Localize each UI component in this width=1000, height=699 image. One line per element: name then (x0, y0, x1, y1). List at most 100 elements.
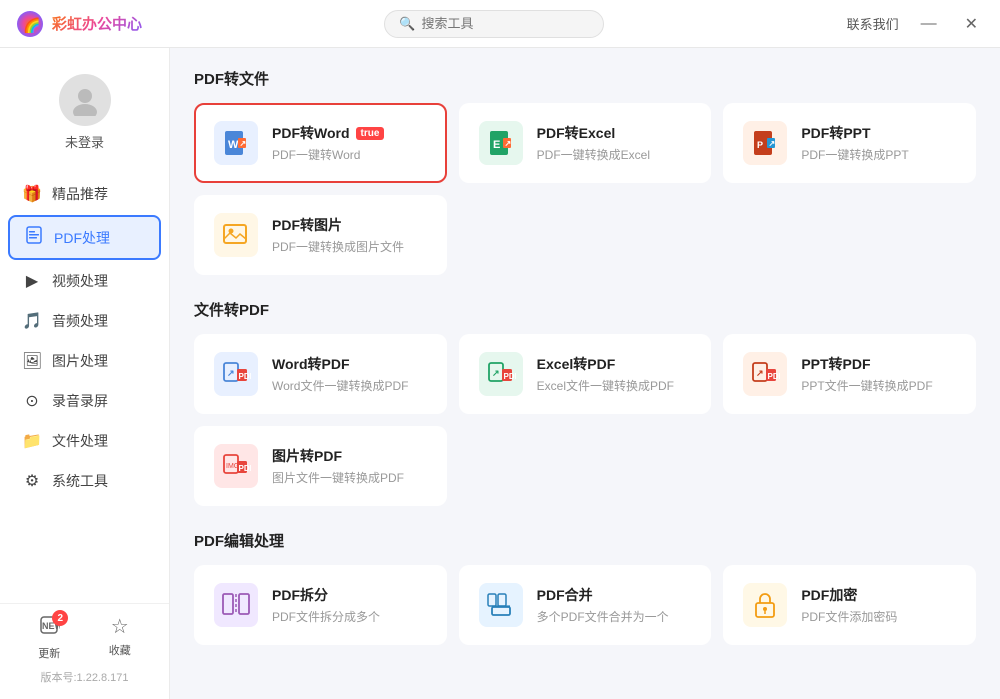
pdf-split-icon-box (214, 583, 258, 627)
pdf-to-word-icon-box: W ↗ (214, 121, 258, 165)
file-to-pdf-grid: ↗ PDF Word转PDF Word文件一键转换成PDF (194, 334, 976, 506)
svg-text:PDF: PDF (503, 372, 516, 381)
video-icon: ▶ (22, 271, 42, 291)
excel-to-pdf-desc: Excel文件一键转换成PDF (537, 377, 692, 394)
title-bar-left: 🌈 彩虹办公中心 (16, 10, 142, 38)
pdf-icon (24, 226, 44, 249)
minimize-button[interactable]: — (915, 13, 943, 35)
pdf-encrypt-icon-box (743, 583, 787, 627)
svg-text:E: E (493, 139, 500, 151)
sidebar-item-featured[interactable]: 🎁 精品推荐 (8, 175, 161, 213)
sidebar-item-video[interactable]: ▶ 视频处理 (8, 262, 161, 300)
word-to-pdf-desc: Word文件一键转换成PDF (272, 377, 427, 394)
main-layout: 未登录 🎁 精品推荐 PDF处理 (0, 48, 1000, 699)
system-icon: ⚙ (22, 471, 42, 491)
favorite-label: 收藏 (109, 642, 131, 658)
tool-pdf-encrypt[interactable]: PDF加密 PDF文件添加密码 (723, 565, 976, 645)
pdf-to-ppt-icon-box: P ↗ (743, 121, 787, 165)
sidebar: 未登录 🎁 精品推荐 PDF处理 (0, 48, 170, 699)
ppt-to-pdf-desc: PPT文件一键转换成PDF (801, 377, 956, 394)
pdf-merge-desc: 多个PDF文件合并为一个 (537, 608, 692, 625)
tool-pdf-split[interactable]: PDF拆分 PDF文件拆分成多个 (194, 565, 447, 645)
sidebar-item-record[interactable]: ⊙ 录音录屏 (8, 382, 161, 420)
record-icon: ⊙ (22, 391, 42, 411)
pdf-to-image-icon-box (214, 213, 258, 257)
pdf-to-word-name: PDF转Word true (272, 123, 427, 143)
sidebar-item-system[interactable]: ⚙ 系统工具 (8, 462, 161, 500)
search-icon: 🔍 (399, 16, 415, 32)
content-area: PDF转文件 W ↗ PDF转Word (170, 48, 1000, 699)
ppt-to-pdf-info: PPT转PDF PPT文件一键转换成PDF (801, 354, 956, 394)
file-icon: 📁 (22, 431, 42, 451)
search-box[interactable]: 🔍 (384, 10, 604, 38)
sidebar-item-system-label: 系统工具 (52, 471, 108, 491)
search-input[interactable] (421, 16, 589, 31)
sidebar-item-file-label: 文件处理 (52, 431, 108, 451)
title-bar-right: 联系我们 — ✕ (847, 12, 984, 36)
tool-pdf-merge[interactable]: PDF合并 多个PDF文件合并为一个 (459, 565, 712, 645)
pdf-to-word-info: PDF转Word true PDF一键转Word (272, 123, 427, 163)
svg-text:🌈: 🌈 (23, 16, 40, 34)
app-name: 彩虹办公中心 (52, 13, 142, 34)
section-pdf-to-file: PDF转文件 W ↗ PDF转Word (194, 68, 976, 275)
contact-link[interactable]: 联系我们 (847, 14, 899, 33)
tool-word-to-pdf[interactable]: ↗ PDF Word转PDF Word文件一键转换成PDF (194, 334, 447, 414)
update-badge: 2 (52, 610, 68, 626)
audio-icon: 🎵 (22, 311, 42, 331)
svg-text:PDF: PDF (768, 372, 781, 381)
image-nav-icon: 🖼 (22, 351, 42, 371)
sidebar-item-pdf-label: PDF处理 (54, 228, 110, 248)
img-to-pdf-name: 图片转PDF (272, 446, 427, 466)
pdf-encrypt-name: PDF加密 (801, 585, 956, 605)
app-logo-icon: 🌈 (16, 10, 44, 38)
pdf-split-info: PDF拆分 PDF文件拆分成多个 (272, 585, 427, 625)
sidebar-item-featured-label: 精品推荐 (52, 184, 108, 204)
sidebar-item-pdf[interactable]: PDF处理 (8, 215, 161, 260)
pdf-to-excel-desc: PDF一键转换成Excel (537, 146, 692, 163)
user-status-label[interactable]: 未登录 (65, 132, 104, 151)
pdf-split-name: PDF拆分 (272, 585, 427, 605)
svg-text:↗: ↗ (769, 139, 776, 148)
update-button[interactable]: 2 NEW 更新 (38, 614, 60, 661)
favorite-button[interactable]: ☆ 收藏 (109, 614, 131, 661)
ppt-to-pdf-name: PPT转PDF (801, 354, 956, 374)
tool-pdf-to-ppt[interactable]: P ↗ PDF转PPT PDF一键转换成PPT (723, 103, 976, 183)
title-bar: 🌈 彩虹办公中心 🔍 联系我们 — ✕ (0, 0, 1000, 48)
img-to-pdf-desc: 图片文件一键转换成PDF (272, 469, 427, 486)
word-to-pdf-name: Word转PDF (272, 354, 427, 374)
favorite-icon: ☆ (111, 614, 129, 639)
svg-text:↗: ↗ (756, 368, 764, 378)
pdf-to-image-name: PDF转图片 (272, 215, 427, 235)
svg-text:↗: ↗ (227, 368, 235, 378)
excel-to-pdf-name: Excel转PDF (537, 354, 692, 374)
close-button[interactable]: ✕ (959, 12, 984, 36)
sidebar-bottom: 2 NEW 更新 ☆ 收藏 版本号:1.22.8.171 (0, 603, 169, 699)
word-to-pdf-icon-box: ↗ PDF (214, 352, 258, 396)
featured-icon: 🎁 (22, 184, 42, 204)
sidebar-item-file[interactable]: 📁 文件处理 (8, 422, 161, 460)
sidebar-item-record-label: 录音录屏 (52, 391, 108, 411)
tool-pdf-to-image[interactable]: PDF转图片 PDF一键转换成图片文件 (194, 195, 447, 275)
pdf-edit-grid: PDF拆分 PDF文件拆分成多个 (194, 565, 976, 645)
pdf-to-image-desc: PDF一键转换成图片文件 (272, 238, 427, 255)
pdf-merge-info: PDF合并 多个PDF文件合并为一个 (537, 585, 692, 625)
sidebar-item-image[interactable]: 🖼 图片处理 (8, 342, 161, 380)
tool-pdf-to-word[interactable]: W ↗ PDF转Word true PDF一键转Word (194, 103, 447, 183)
svg-text:PDF: PDF (239, 464, 252, 473)
tool-ppt-to-pdf[interactable]: ↗ PDF PPT转PDF PPT文件一键转换成PDF (723, 334, 976, 414)
svg-text:W: W (228, 139, 239, 151)
tool-pdf-to-excel[interactable]: E ↗ PDF转Excel PDF一键转换成Excel (459, 103, 712, 183)
pdf-to-ppt-desc: PDF一键转换成PPT (801, 146, 956, 163)
sidebar-bottom-actions: 2 NEW 更新 ☆ 收藏 (14, 614, 155, 661)
svg-text:↗: ↗ (492, 368, 500, 378)
pdf-merge-name: PDF合并 (537, 585, 692, 605)
tool-excel-to-pdf[interactable]: ↗ PDF Excel转PDF Excel文件一键转换成PDF (459, 334, 712, 414)
pdf-to-image-info: PDF转图片 PDF一键转换成图片文件 (272, 215, 427, 255)
sidebar-item-audio[interactable]: 🎵 音频处理 (8, 302, 161, 340)
sidebar-user: 未登录 (0, 64, 169, 171)
pdf-to-excel-icon-box: E ↗ (479, 121, 523, 165)
tool-img-to-pdf[interactable]: IMG PDF 图片转PDF 图片文件一键转换成PDF (194, 426, 447, 506)
section-pdf-edit-title: PDF编辑处理 (194, 530, 976, 551)
sidebar-item-image-label: 图片处理 (52, 351, 108, 371)
section-file-to-pdf-title: 文件转PDF (194, 299, 976, 320)
